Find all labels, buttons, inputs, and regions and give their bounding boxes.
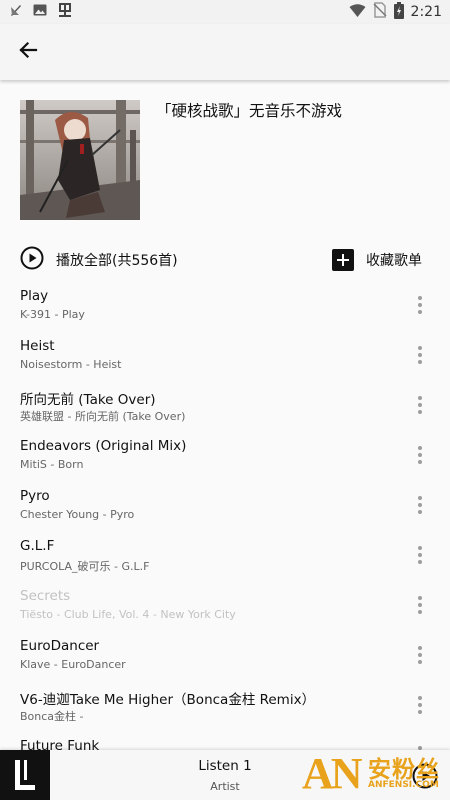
image-icon bbox=[32, 2, 48, 22]
song-item[interactable]: EuroDancer Klave - EuroDancer bbox=[0, 630, 450, 680]
song-item[interactable]: Endeavors (Original Mix) MitiS - Born bbox=[0, 430, 450, 480]
wifi-icon bbox=[349, 3, 366, 22]
status-time: 2:21 bbox=[410, 4, 442, 20]
song-subtitle: Chester Young - Pyro bbox=[20, 508, 135, 521]
more-vert-icon[interactable] bbox=[408, 638, 432, 672]
more-vert-icon[interactable] bbox=[408, 438, 432, 472]
song-title: Play bbox=[20, 288, 49, 304]
play-all-button[interactable]: 播放全部(共556首) bbox=[20, 246, 178, 274]
collect-playlist-button[interactable]: 收藏歌单 bbox=[332, 249, 422, 271]
song-title: Endeavors (Original Mix) bbox=[20, 438, 187, 454]
song-item-unavailable[interactable]: Secrets Tiësto - Club Life, Vol. 4 - New… bbox=[0, 580, 450, 630]
song-subtitle: PURCOLA_破可乐 - G.L.F bbox=[20, 560, 150, 573]
now-playing-artist: Artist bbox=[210, 780, 240, 793]
song-title: 所向无前 (Take Over) bbox=[20, 392, 156, 408]
song-list: Play K-391 - Play Heist Noisestorm - Hei… bbox=[0, 280, 450, 750]
collect-playlist-label: 收藏歌单 bbox=[366, 253, 422, 269]
status-left-icons bbox=[8, 1, 74, 23]
song-subtitle: Tiësto - Club Life, Vol. 4 - New York Ci… bbox=[20, 608, 236, 621]
now-playing-title: Listen 1 bbox=[198, 758, 252, 774]
song-subtitle: MitiS - Born bbox=[20, 458, 84, 471]
more-vert-icon[interactable] bbox=[408, 388, 432, 422]
notification-muted-icon bbox=[8, 2, 24, 22]
play-pause-button[interactable] bbox=[412, 763, 438, 793]
more-vert-icon[interactable] bbox=[408, 288, 432, 322]
song-item[interactable]: 所向无前 (Take Over) 英雄联盟 - 所向无前 (Take Over) bbox=[0, 380, 450, 430]
song-item[interactable]: V6-迪迦Take Me Higher（Bonca金柱 Remix） Bonca… bbox=[0, 680, 450, 730]
song-item[interactable]: Future Funk bbox=[0, 730, 450, 750]
battery-charging-icon bbox=[393, 1, 404, 23]
play-circle-icon bbox=[412, 763, 438, 793]
song-subtitle: K-391 - Play bbox=[20, 308, 85, 321]
playlist-cover-art bbox=[20, 100, 140, 220]
play-circle-icon bbox=[20, 246, 44, 274]
play-all-label: 播放全部(共556首) bbox=[56, 253, 178, 269]
more-vert-icon[interactable] bbox=[408, 738, 432, 750]
app-icon bbox=[56, 1, 74, 23]
song-subtitle: Klave - EuroDancer bbox=[20, 658, 126, 671]
song-title: EuroDancer bbox=[20, 638, 100, 654]
playlist-title: 「硬核战歌」无音乐不游戏 bbox=[156, 102, 343, 120]
back-button[interactable] bbox=[0, 24, 56, 80]
song-item[interactable]: G.L.F PURCOLA_破可乐 - G.L.F bbox=[0, 530, 450, 580]
song-item[interactable]: Play K-391 - Play bbox=[0, 280, 450, 330]
add-box-icon bbox=[332, 249, 354, 271]
more-vert-icon[interactable] bbox=[408, 538, 432, 572]
no-sim-icon bbox=[373, 2, 387, 22]
more-vert-icon[interactable] bbox=[408, 488, 432, 522]
more-vert-icon[interactable] bbox=[408, 588, 432, 622]
song-title: G.L.F bbox=[20, 538, 55, 554]
now-playing-bar[interactable]: Listen 1 Artist bbox=[0, 750, 450, 800]
song-subtitle: 英雄联盟 - 所向无前 (Take Over) bbox=[20, 410, 186, 423]
playlist-actions: 播放全部(共556首) 收藏歌单 bbox=[0, 242, 450, 278]
song-item[interactable]: Heist Noisestorm - Heist bbox=[0, 330, 450, 380]
top-app-bar bbox=[0, 24, 450, 80]
song-title: Heist bbox=[20, 338, 55, 354]
song-title: V6-迪迦Take Me Higher（Bonca金柱 Remix） bbox=[20, 692, 316, 708]
more-vert-icon[interactable] bbox=[408, 338, 432, 372]
status-bar: 2:21 bbox=[0, 0, 450, 24]
song-title: Secrets bbox=[20, 588, 71, 604]
song-subtitle: Noisestorm - Heist bbox=[20, 358, 122, 371]
song-item[interactable]: Pyro Chester Young - Pyro bbox=[0, 480, 450, 530]
arrow-left-icon bbox=[18, 40, 38, 64]
more-vert-icon[interactable] bbox=[408, 688, 432, 722]
song-title: Pyro bbox=[20, 488, 50, 504]
song-title: Future Funk bbox=[20, 738, 100, 750]
song-subtitle: Bonca金柱 - bbox=[20, 710, 84, 723]
playlist-header: 「硬核战歌」无音乐不游戏 bbox=[0, 80, 450, 230]
status-right-icons: 2:21 bbox=[349, 1, 442, 23]
